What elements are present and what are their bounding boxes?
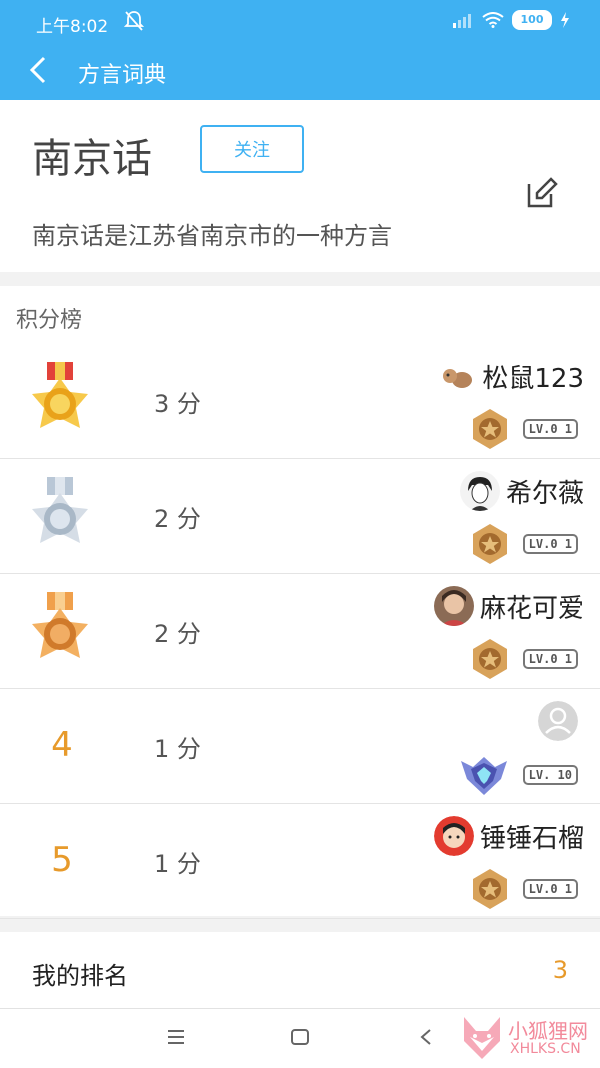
wifi-icon	[482, 12, 504, 28]
level-badge: LV. 10	[522, 765, 578, 785]
leaderboard-row[interactable]: 2 分 麻花可爱 LV.0 1	[0, 574, 600, 689]
level-badge: LV.0 1	[522, 649, 578, 669]
fox-logo	[464, 1017, 500, 1059]
watermark-url: XHLKS.CN	[510, 1041, 581, 1057]
rank-number: 4	[51, 725, 73, 765]
star-badge-icon	[472, 639, 507, 679]
user-info[interactable]: 松鼠123	[436, 356, 584, 396]
my-rank-value: 3	[552, 956, 568, 984]
follow-button[interactable]: 关注	[200, 125, 304, 173]
user-badges: LV.0 1	[471, 523, 578, 565]
leaderboard-row[interactable]: 5 1 分 锤锤石榴 LV.0 1	[0, 804, 600, 919]
user-avatar	[433, 586, 474, 626]
username: 锤锤石榴	[479, 823, 584, 854]
leaderboard: 积分榜 3 分 松鼠123 LV.0 1 2 分 希尔薇 LV.0 1 2 分 …	[0, 286, 600, 919]
my-rank-row[interactable]: 我的排名 3	[0, 932, 600, 1008]
menu-icon[interactable]	[164, 1025, 188, 1049]
leaderboard-row[interactable]: 2 分 希尔薇 LV.0 1	[0, 459, 600, 574]
charging-icon	[561, 12, 569, 28]
user-avatar	[459, 471, 500, 511]
leaderboard-title: 积分榜	[16, 308, 83, 333]
crystal-badge-icon	[460, 757, 507, 795]
status-icons: 100	[452, 10, 570, 30]
battery-indicator: 100	[512, 10, 552, 30]
username: 希尔薇	[505, 478, 584, 509]
user-info[interactable]: 麻花可爱	[433, 586, 584, 626]
edit-icon[interactable]	[525, 176, 559, 210]
score: 3 分	[154, 390, 201, 418]
home-icon[interactable]	[288, 1025, 312, 1049]
user-badges: LV.0 1	[471, 408, 578, 450]
level-badge: LV.0 1	[522, 534, 578, 554]
star-badge-icon	[472, 409, 507, 449]
mute-bell-icon	[124, 11, 144, 31]
gold-medal-icon	[32, 362, 88, 428]
status-time: 上午8:02	[36, 17, 109, 37]
user-info[interactable]: 锤锤石榴	[433, 816, 584, 856]
star-badge-icon	[472, 869, 507, 909]
back-icon[interactable]	[414, 1025, 438, 1049]
my-rank-label: 我的排名	[32, 962, 128, 990]
leaderboard-row[interactable]: 3 分 松鼠123 LV.0 1	[0, 344, 600, 459]
score: 1 分	[154, 850, 201, 878]
bronze-medal-icon	[32, 592, 88, 658]
app-bar: 方言词典	[0, 44, 600, 100]
star-badge-icon	[472, 524, 507, 564]
user-avatar	[433, 816, 474, 856]
dialect-header: 南京话 关注 南京话是江苏省南京市的一种方言	[0, 100, 600, 272]
level-badge: LV.0 1	[522, 419, 578, 439]
silver-medal-icon	[32, 477, 88, 543]
score: 2 分	[154, 620, 201, 648]
signal-icon	[453, 14, 471, 28]
user-info[interactable]: 希尔薇	[459, 471, 584, 511]
status-bar: 上午8:02 100	[0, 0, 600, 44]
leaderboard-row[interactable]: 4 1 分 LV. 10	[0, 689, 600, 804]
squirrel-avatar	[436, 356, 477, 396]
user-badges: LV.0 1	[471, 868, 578, 910]
score: 1 分	[154, 735, 201, 763]
user-info[interactable]	[538, 701, 584, 741]
user-badges: LV.0 1	[471, 638, 578, 680]
level-badge: LV.0 1	[522, 879, 578, 899]
watermark: 小狐狸网 XHLKS.CN	[460, 1013, 596, 1063]
username: 松鼠123	[482, 363, 584, 394]
user-badges: LV. 10	[459, 753, 578, 797]
score: 2 分	[154, 505, 201, 533]
dialect-description: 南京话是江苏省南京市的一种方言	[32, 222, 392, 250]
dialect-name: 南京话	[32, 136, 152, 182]
username: 麻花可爱	[479, 593, 584, 624]
back-arrow-icon[interactable]	[24, 54, 52, 86]
watermark-text: 小狐狸网	[508, 1019, 588, 1043]
rank-number: 5	[51, 840, 73, 880]
app-bar-title: 方言词典	[78, 63, 167, 88]
default-avatar-icon	[538, 701, 578, 741]
